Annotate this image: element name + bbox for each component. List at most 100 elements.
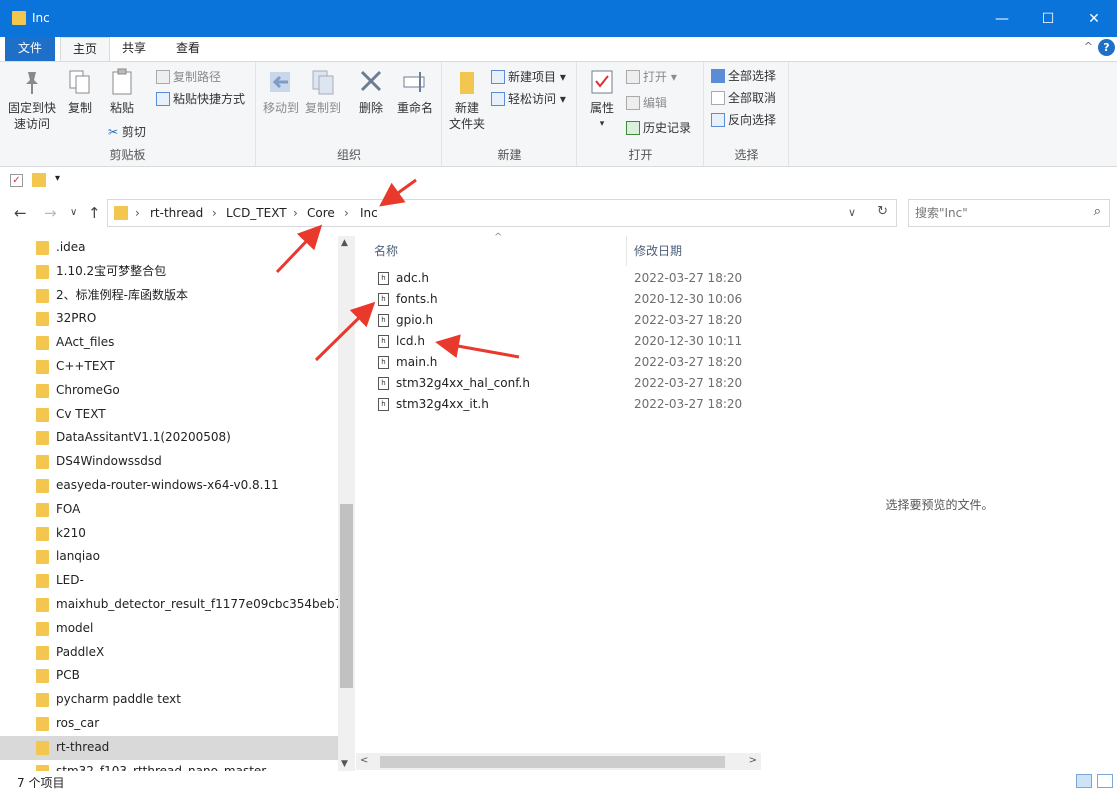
nav-folder-item[interactable]: stm32_f103_rtthread_nano_master [0, 760, 338, 771]
file-row[interactable]: h fonts.h 2020-12-30 10:06 [356, 289, 761, 310]
nav-folder-item[interactable]: pycharm paddle text [0, 688, 338, 712]
new-folder-button[interactable]: 新建 文件夹 [447, 68, 487, 132]
search-icon[interactable]: ⌕ [1094, 204, 1101, 219]
help-icon[interactable]: ? [1098, 39, 1115, 56]
copy-to-button[interactable]: 复制到 [303, 68, 343, 116]
nav-folder-item[interactable]: LED- [0, 569, 338, 593]
nav-folder-item[interactable]: ros_car [0, 712, 338, 736]
folder-icon [36, 431, 49, 446]
file-row[interactable]: h gpio.h 2022-03-27 18:20 [356, 310, 761, 331]
nav-folder-label: easyeda-router-windows-x64-v0.8.11 [56, 477, 279, 492]
scroll-right-icon[interactable]: > [749, 755, 757, 766]
breadcrumb-core[interactable]: Core [307, 206, 335, 220]
breadcrumb-rt-thread[interactable]: rt-thread [150, 206, 203, 220]
nav-folder-item[interactable]: model [0, 617, 338, 641]
nav-folder-item[interactable]: lanqiao [0, 545, 338, 569]
tab-file[interactable]: 文件 [5, 37, 55, 62]
copy-button[interactable]: 复制 [62, 68, 98, 116]
properties-check-icon[interactable]: ✓ [10, 174, 23, 187]
file-row[interactable]: h stm32g4xx_it.h 2022-03-27 18:20 [356, 394, 761, 415]
properties-button[interactable]: 属性 ▾ [584, 68, 620, 132]
nav-scrollbar[interactable]: ▲ ▼ [338, 236, 355, 771]
tab-view[interactable]: 查看 [166, 37, 210, 62]
edit-label: 编辑 [643, 96, 668, 110]
new-folder-quick-icon[interactable] [32, 173, 46, 187]
nav-folder-item[interactable]: k210 [0, 522, 338, 546]
cut-button[interactable]: ✂ 剪切 [108, 122, 146, 142]
delete-button[interactable]: 删除 [353, 68, 389, 116]
large-icons-view-icon[interactable] [1097, 774, 1113, 788]
column-name-header[interactable]: 名称 [374, 242, 398, 259]
nav-folder-item[interactable]: FOA [0, 498, 338, 522]
nav-folder-item[interactable]: 1.10.2宝可梦整合包 [0, 260, 338, 284]
edit-button[interactable]: 编辑 [626, 93, 667, 113]
open-button[interactable]: 打开 ▾ [626, 67, 677, 87]
file-list-scrollbar[interactable]: < > [356, 753, 761, 770]
nav-folder-item[interactable]: rt-thread [0, 735, 338, 760]
select-none-button[interactable]: 全部取消 [711, 88, 776, 108]
nav-folder-item[interactable]: 32PRO [0, 307, 338, 331]
column-date-header[interactable]: 修改日期 [634, 242, 682, 259]
nav-folder-item[interactable]: Cv TEXT [0, 403, 338, 427]
nav-folder-item[interactable]: .idea [0, 236, 338, 260]
easy-access-button[interactable]: 轻松访问 ▾ [491, 89, 566, 109]
nav-folder-item[interactable]: DataAssitantV1.1(20200508) [0, 426, 338, 450]
nav-folder-item[interactable]: 2、标准例程-库函数版本 [0, 284, 338, 308]
nav-folder-item[interactable]: easyeda-router-windows-x64-v0.8.11 [0, 474, 338, 498]
file-row[interactable]: h lcd.h 2020-12-30 10:11 [356, 331, 761, 352]
refresh-icon[interactable]: ↻ [877, 204, 888, 219]
up-icon[interactable]: ↑ [88, 204, 101, 222]
recent-locations-icon[interactable]: ∨ [70, 207, 77, 218]
details-view-icon[interactable] [1076, 774, 1092, 788]
rename-button[interactable]: 重命名 [393, 68, 437, 116]
new-item-icon [491, 70, 505, 84]
collapse-ribbon-icon[interactable]: ^ [1084, 40, 1093, 53]
organize-group-label: 组织 [336, 148, 361, 162]
invert-selection-button[interactable]: 反向选择 [711, 110, 776, 130]
nav-folder-item[interactable]: maixhub_detector_result_f1177e09cbc354be… [0, 593, 338, 617]
new-folder-label: 新建 文件夹 [448, 101, 485, 131]
scroll-up-icon[interactable]: ▲ [341, 238, 348, 248]
nav-folder-label: Cv TEXT [56, 406, 106, 421]
maximize-button[interactable]: ☐ [1025, 0, 1071, 37]
column-separator[interactable] [626, 236, 627, 266]
nav-folder-item[interactable]: PCB [0, 664, 338, 688]
address-history-icon[interactable]: ∨ [848, 206, 856, 219]
move-to-button[interactable]: 移动到 [261, 68, 301, 116]
scroll-down-icon[interactable]: ▼ [341, 759, 348, 769]
breadcrumb-inc[interactable]: Inc [360, 206, 378, 220]
pin-quick-access-button[interactable]: 固定到快 速访问 [6, 68, 58, 132]
new-item-button[interactable]: 新建项目 ▾ [491, 67, 566, 87]
nav-folder-item[interactable]: DS4Windowssdsd [0, 450, 338, 474]
file-list-scrollbar-thumb[interactable] [380, 756, 725, 768]
header-file-icon: h [378, 335, 389, 348]
customize-toolbar-icon[interactable]: ▾ [55, 173, 60, 184]
search-input[interactable] [915, 204, 1075, 222]
file-row[interactable]: h stm32g4xx_hal_conf.h 2022-03-27 18:20 [356, 373, 761, 394]
folder-icon [36, 241, 49, 255]
nav-folder-item[interactable]: ChromeGo [0, 379, 338, 403]
nav-scrollbar-thumb[interactable] [340, 504, 353, 688]
tab-share[interactable]: 共享 [112, 37, 156, 62]
forward-icon[interactable]: → [44, 204, 57, 222]
breadcrumb-lcd-text[interactable]: LCD_TEXT [226, 206, 287, 220]
copy-path-button[interactable]: 复制路径 [156, 67, 221, 87]
nav-folder-item[interactable]: AAct_files [0, 331, 338, 355]
address-bar[interactable]: › rt-thread › LCD_TEXT › Core › Inc ∨ ↻ [107, 199, 897, 227]
select-all-button[interactable]: 全部选择 [711, 66, 776, 86]
file-row[interactable]: h main.h 2022-03-27 18:20 [356, 352, 761, 373]
paste-shortcut-button[interactable]: 粘贴快捷方式 [156, 89, 245, 109]
tab-home[interactable]: 主页 [60, 37, 110, 62]
copy-path-label: 复制路径 [173, 70, 222, 84]
close-button[interactable]: ✕ [1071, 0, 1117, 37]
minimize-button[interactable]: — [979, 0, 1025, 37]
file-row[interactable]: h adc.h 2022-03-27 18:20 [356, 268, 761, 289]
nav-folder-item[interactable]: PaddleX [0, 641, 338, 665]
nav-folder-item[interactable]: C++TEXT [0, 355, 338, 379]
back-icon[interactable]: ← [14, 204, 27, 222]
paste-button[interactable]: 粘贴 [104, 68, 140, 116]
nav-folder-label: 1.10.2宝可梦整合包 [56, 263, 167, 278]
search-box[interactable]: ⌕ [908, 199, 1110, 227]
history-button[interactable]: 历史记录 [626, 118, 691, 138]
scroll-left-icon[interactable]: < [360, 755, 368, 766]
